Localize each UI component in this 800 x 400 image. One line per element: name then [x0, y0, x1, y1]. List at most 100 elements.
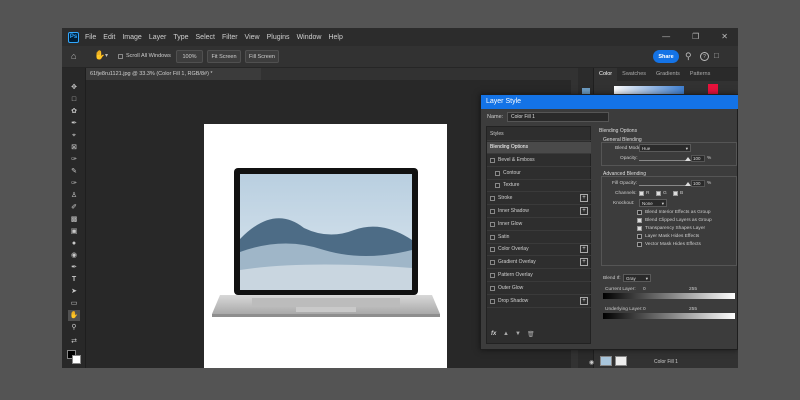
underlying-layer-gradient[interactable] [603, 313, 735, 319]
style-row[interactable]: Inner Shadow + [487, 206, 591, 218]
search-icon[interactable]: ⚲ [685, 51, 692, 62]
background-color-swatch[interactable] [72, 355, 81, 364]
document-tab[interactable]: 61fje8ru1121.jpg @ 33.3% (Color Fill 1, … [86, 68, 261, 80]
styles-header[interactable]: Styles [487, 129, 591, 141]
style-row[interactable]: Contour [487, 168, 591, 180]
minimize-icon[interactable]: — [662, 32, 670, 41]
brush-tool-icon[interactable]: ✑ [68, 178, 80, 189]
red-color-swatch[interactable] [708, 84, 718, 94]
blending-checkbox[interactable] [637, 242, 642, 247]
style-row[interactable]: Bevel & Emboss [487, 155, 591, 167]
channel-b-checkbox[interactable] [673, 191, 678, 196]
gradient-tool-icon[interactable]: ▣ [68, 226, 80, 237]
style-checkbox[interactable] [490, 157, 495, 163]
dialog-title[interactable]: Layer Style [481, 95, 738, 109]
style-row[interactable]: Gradient Overlay + [487, 257, 591, 270]
style-row[interactable]: Pattern Overlay [487, 270, 591, 282]
scroll-all-checkbox[interactable] [118, 54, 123, 59]
style-row[interactable]: Outer Glow [487, 283, 591, 295]
fill-screen-button[interactable]: Fill Screen [245, 50, 279, 63]
style-checkbox[interactable] [490, 247, 495, 253]
history-brush-icon[interactable]: ✐ [68, 202, 80, 213]
layer-mask-thumbnail[interactable] [615, 356, 627, 366]
share-button[interactable]: Share [653, 50, 679, 63]
fill-opacity-value[interactable]: 100 [691, 180, 705, 187]
add-style-icon[interactable]: + [580, 245, 588, 254]
lasso-tool-icon[interactable]: ✿ [68, 106, 80, 117]
home-icon[interactable]: ⌂ [71, 51, 76, 61]
blend-if-select[interactable]: Gray ▾ [623, 274, 651, 282]
workspace-icon[interactable]: □ [714, 51, 719, 60]
path-select-icon[interactable]: ➤ [68, 286, 80, 297]
blending-checkbox[interactable] [637, 210, 642, 215]
tab-color[interactable]: Color [594, 68, 618, 81]
menu-file[interactable]: File [85, 34, 96, 41]
zoom-100-button[interactable]: 100% [176, 50, 203, 63]
visibility-eye-icon[interactable]: ◉ [589, 359, 594, 366]
style-checkbox[interactable] [490, 196, 495, 202]
menu-view[interactable]: View [245, 34, 260, 41]
move-up-icon[interactable]: ▲ [503, 331, 509, 337]
frame-tool-icon[interactable]: ⊠ [68, 142, 80, 153]
style-checkbox[interactable] [490, 285, 495, 291]
menu-select[interactable]: Select [196, 34, 215, 41]
marquee-tool-icon[interactable]: □ [68, 94, 80, 105]
add-style-icon[interactable]: + [580, 258, 588, 267]
style-checkbox[interactable] [495, 183, 500, 189]
style-row[interactable]: Satin [487, 232, 591, 244]
opacity-slider[interactable] [639, 160, 689, 161]
style-row[interactable]: Color Overlay + [487, 244, 591, 257]
menu-filter[interactable]: Filter [222, 34, 238, 41]
fit-screen-button[interactable]: Fit Screen [207, 50, 241, 63]
opacity-value[interactable]: 100 [691, 155, 705, 162]
add-style-icon[interactable]: + [580, 194, 588, 203]
menu-type[interactable]: Type [173, 34, 188, 41]
channel-r-checkbox[interactable] [639, 191, 644, 196]
clone-stamp-icon[interactable]: ♙ [68, 190, 80, 201]
tab-gradients[interactable]: Gradients [651, 68, 685, 81]
trash-icon[interactable]: 🗑 [527, 331, 535, 338]
healing-brush-icon[interactable]: ✎ [68, 166, 80, 177]
maximize-icon[interactable]: ❐ [692, 32, 699, 41]
current-layer-gradient[interactable] [603, 293, 735, 299]
hand-tool-icon[interactable]: ✋ [68, 310, 80, 321]
move-tool-icon[interactable]: ✥ [68, 82, 80, 93]
style-checkbox[interactable] [490, 273, 495, 278]
style-row[interactable]: Blending Options [487, 142, 591, 154]
menu-image[interactable]: Image [122, 34, 141, 41]
blending-checkbox[interactable] [637, 226, 642, 231]
style-row[interactable]: Stroke + [487, 193, 591, 206]
menu-window[interactable]: Window [297, 34, 322, 41]
blending-checkbox[interactable] [637, 218, 642, 223]
menu-help[interactable]: Help [328, 34, 342, 41]
menu-layer[interactable]: Layer [149, 34, 167, 41]
document-canvas[interactable] [204, 124, 447, 368]
rectangle-tool-icon[interactable]: ▭ [68, 298, 80, 309]
eraser-icon[interactable]: ▩ [68, 214, 80, 225]
help-icon[interactable]: ? [700, 52, 709, 61]
menu-plugins[interactable]: Plugins [267, 34, 290, 41]
fill-opacity-slider[interactable] [639, 185, 689, 186]
layer-name-field[interactable]: Color Fill 1 [507, 112, 609, 122]
quick-select-icon[interactable]: ✒ [68, 118, 80, 129]
tab-patterns[interactable]: Patterns [685, 68, 715, 81]
style-row[interactable]: Inner Glow [487, 219, 591, 231]
tab-swatches[interactable]: Swatches [617, 68, 651, 81]
knockout-select[interactable]: None ▾ [639, 199, 667, 207]
close-icon[interactable]: ✕ [721, 32, 728, 41]
style-checkbox[interactable] [490, 260, 495, 266]
blend-mode-select[interactable]: Hue ▾ [639, 144, 691, 152]
style-checkbox[interactable] [490, 209, 495, 214]
swap-colors-icon[interactable]: ⇄ [68, 336, 80, 347]
dodge-tool-icon[interactable]: ◉ [68, 250, 80, 261]
layer-thumbnail[interactable] [600, 356, 612, 366]
add-style-icon[interactable]: + [580, 296, 588, 305]
crop-tool-icon[interactable]: ⌖ [68, 130, 80, 141]
type-tool-icon[interactable]: T [68, 274, 80, 285]
style-checkbox[interactable] [490, 234, 495, 240]
blending-checkbox[interactable] [637, 234, 642, 239]
zoom-tool-icon[interactable]: ⚲ [68, 322, 80, 333]
chevron-down-icon[interactable]: ▾ [105, 52, 108, 59]
move-down-icon[interactable]: ▼ [515, 331, 521, 337]
style-checkbox[interactable] [495, 170, 500, 176]
